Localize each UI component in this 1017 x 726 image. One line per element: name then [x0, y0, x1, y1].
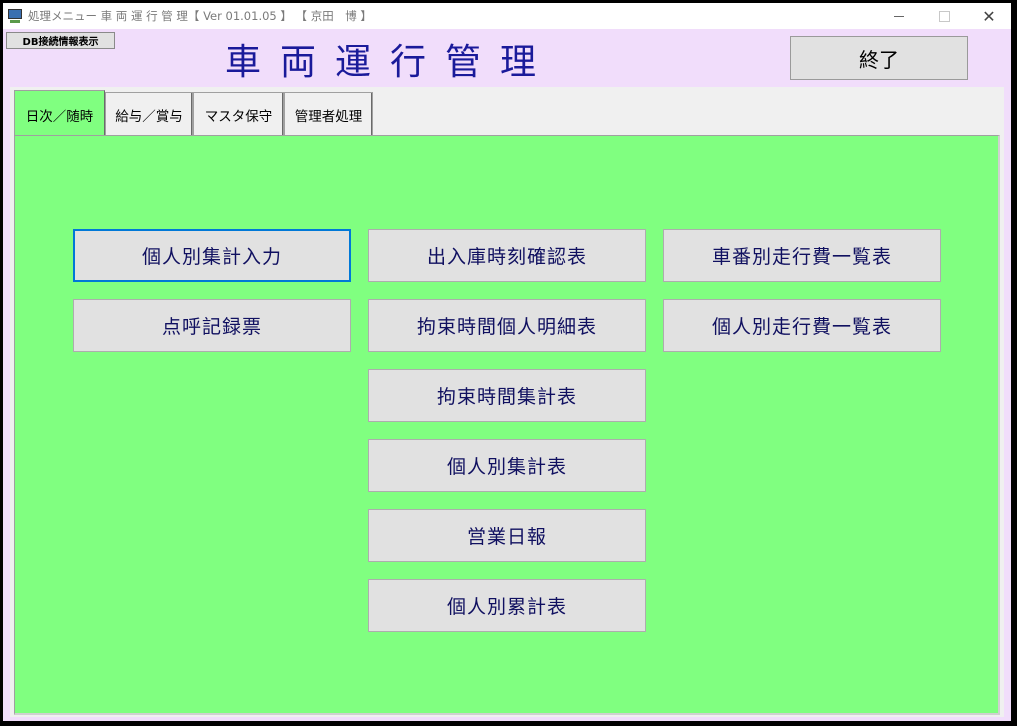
minimize-icon: [894, 15, 904, 17]
tab-payroll[interactable]: 給与／賞与: [105, 92, 193, 136]
garage-time-check-button[interactable]: 出入庫時刻確認表: [368, 229, 646, 282]
title-bar: 処理メニュー 車 両 運 行 管 理【 Ver 01.01.05 】 【 京田 …: [3, 3, 1011, 29]
tab-control: 日次／随時 給与／賞与 マスタ保守 管理者処理 個人別集計入力 出入庫時刻確認表…: [10, 87, 1004, 717]
binding-time-summary-button[interactable]: 拘束時間集計表: [368, 369, 646, 422]
tab-admin[interactable]: 管理者処理: [284, 92, 373, 136]
app-window: 処理メニュー 車 両 運 行 管 理【 Ver 01.01.05 】 【 京田 …: [3, 3, 1011, 721]
individual-travel-cost-list-button[interactable]: 個人別走行費一覧表: [663, 299, 941, 352]
tab-panel-daily: 個人別集計入力 出入庫時刻確認表 車番別走行費一覧表 点呼記録票 拘束時間個人明…: [14, 135, 1000, 715]
window-title: 処理メニュー 車 両 運 行 管 理【 Ver 01.01.05 】 【 京田 …: [28, 9, 372, 23]
binding-time-detail-button[interactable]: 拘束時間個人明細表: [368, 299, 646, 352]
computer-icon: [7, 8, 23, 24]
maximize-button[interactable]: [921, 3, 967, 29]
daily-business-report-button[interactable]: 営業日報: [368, 509, 646, 562]
individual-cumulative-table-button[interactable]: 個人別累計表: [368, 579, 646, 632]
tab-daily[interactable]: 日次／随時: [14, 90, 105, 138]
individual-summary-input-button[interactable]: 個人別集計入力: [73, 229, 351, 282]
individual-summary-table-button[interactable]: 個人別集計表: [368, 439, 646, 492]
vehicle-travel-cost-list-button[interactable]: 車番別走行費一覧表: [663, 229, 941, 282]
close-icon: ✕: [982, 6, 996, 26]
close-button[interactable]: ✕: [966, 3, 1012, 29]
minimize-button[interactable]: [876, 3, 922, 29]
roll-call-record-button[interactable]: 点呼記録票: [73, 299, 351, 352]
tab-master-maintenance[interactable]: マスタ保守: [193, 92, 284, 136]
db-connection-info-button[interactable]: DB接続情報表示: [6, 32, 115, 49]
page-title: 車両運行管理: [225, 42, 556, 83]
maximize-icon: [938, 10, 950, 22]
exit-button[interactable]: 終了: [790, 36, 968, 80]
